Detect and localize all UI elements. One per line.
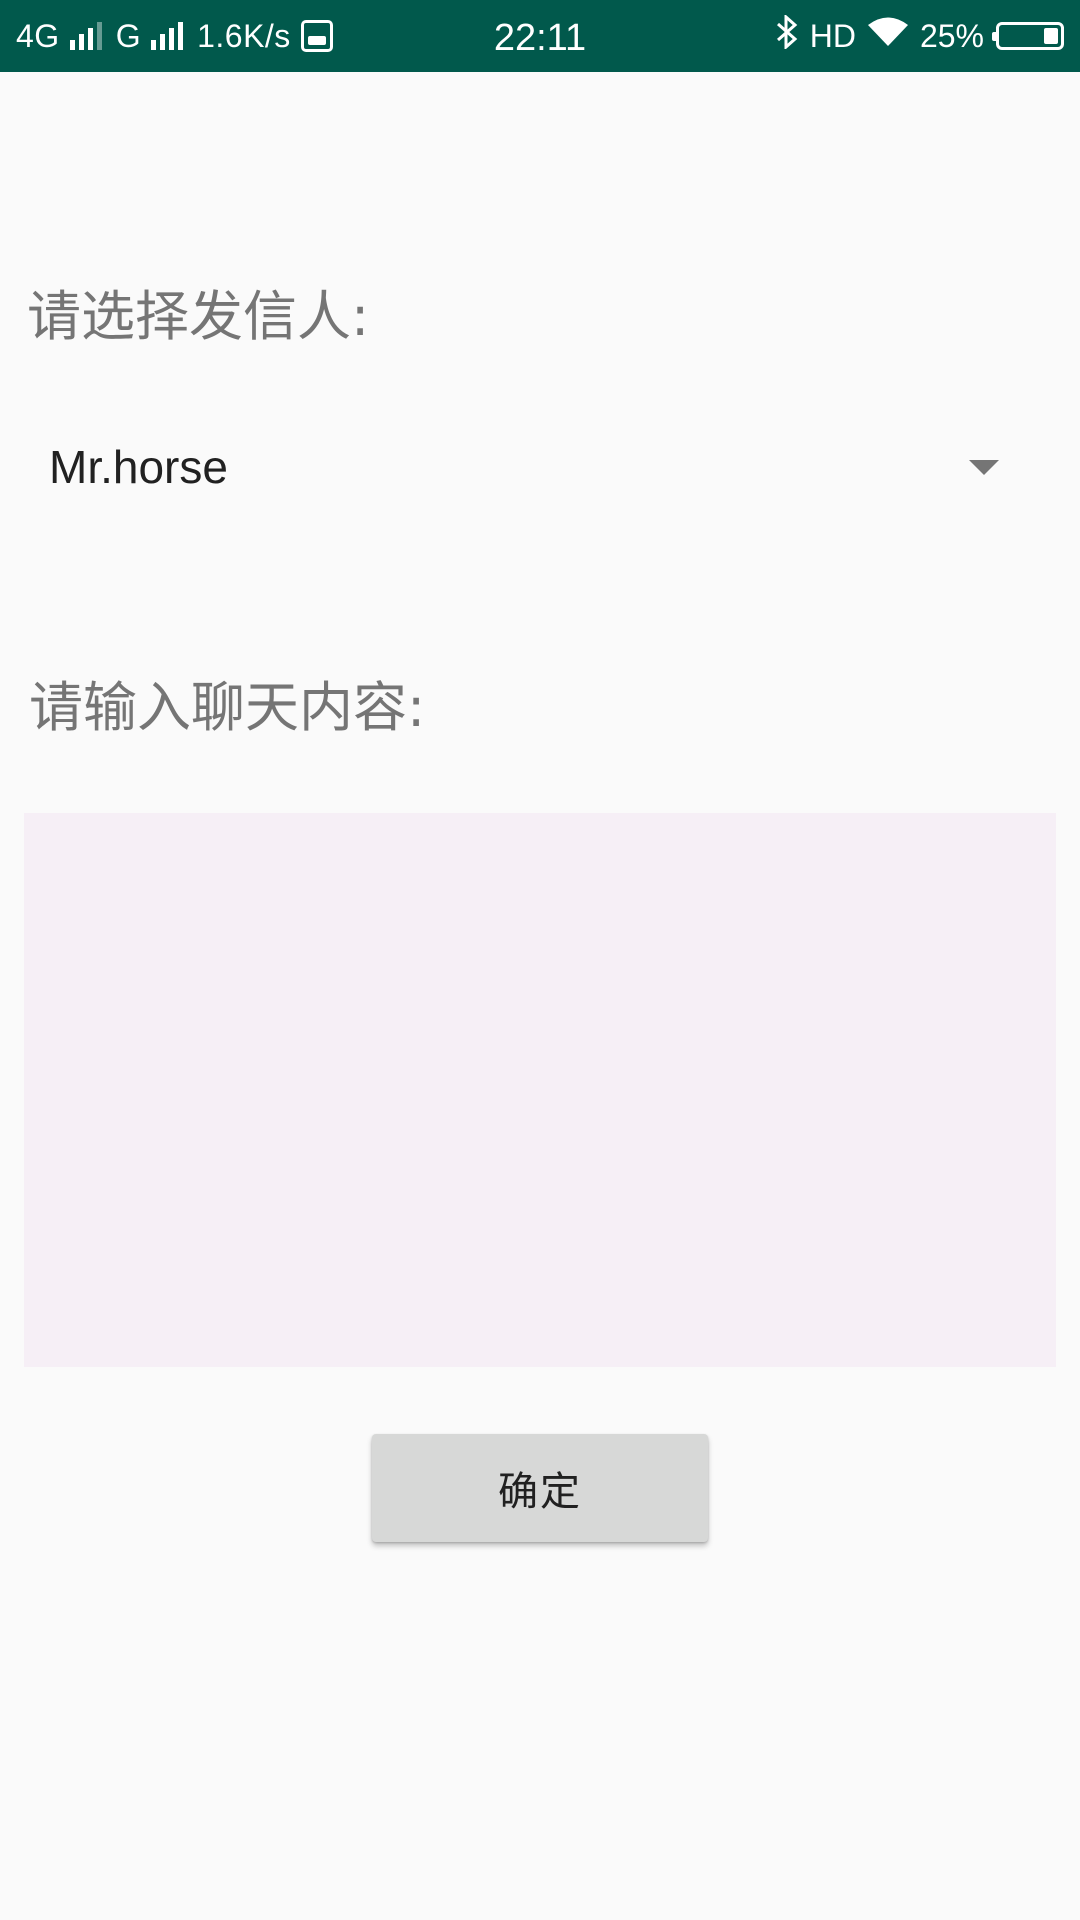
confirm-button[interactable]: 确定 [372,1434,708,1542]
status-right: HD 25% [764,0,1064,72]
sender-label: 请选择发信人: [27,285,370,348]
bluetooth-icon [776,13,798,57]
battery-icon [992,22,1064,50]
sender-selected-value: Mr.horse [49,441,228,493]
content-label: 请输入聊天内容: [29,676,426,739]
dropdown-arrow-icon[interactable] [969,460,999,475]
status-bar: 4G G 1.6K/s 22:11 HD 25% [0,0,1080,72]
hd-indicator: HD [809,17,856,54]
battery-level [1044,28,1058,44]
battery-percent: 25% [919,17,984,54]
sender-spinner[interactable]: Mr.horse [27,430,1017,518]
wifi-icon [867,16,908,56]
chat-content-input[interactable] [24,813,1056,1367]
